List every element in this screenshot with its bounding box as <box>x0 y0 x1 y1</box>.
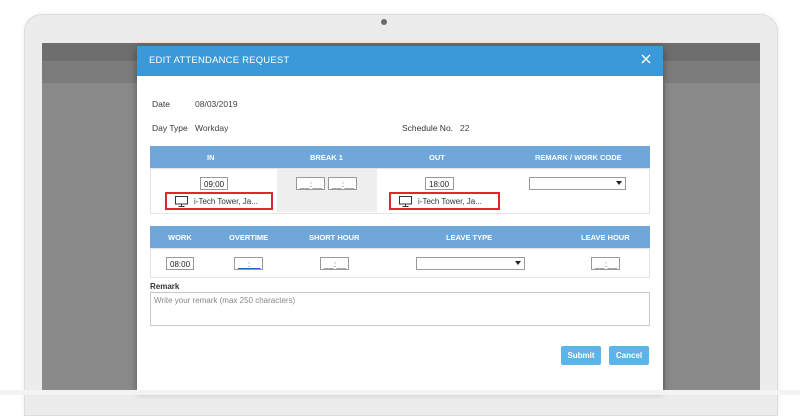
short-hour-input[interactable]: __:__ <box>320 257 349 270</box>
monitor-icon <box>175 196 188 207</box>
header-out: OUT <box>429 153 445 162</box>
out-location-text: i-Tech Tower, Ja... <box>418 197 482 206</box>
leave-type-select[interactable] <box>416 257 525 270</box>
header-overtime: OVERTIME <box>229 233 269 242</box>
break-end-input[interactable]: __:__ <box>328 177 357 190</box>
break-cell <box>277 169 377 212</box>
submit-button[interactable]: Submit <box>561 346 601 365</box>
day-type-value: Workday <box>195 123 229 133</box>
chevron-down-icon <box>616 181 622 185</box>
hours-table-header: WORK OVERTIME SHORT HOUR LEAVE TYPE LEAV… <box>150 226 650 248</box>
header-leave-type: LEAVE TYPE <box>446 233 493 242</box>
date-value: 08/03/2019 <box>195 99 238 109</box>
close-icon[interactable] <box>639 52 653 66</box>
header-leave-hour: LEAVE HOUR <box>581 233 630 242</box>
remark-work-code-select[interactable] <box>529 177 626 190</box>
in-time-input[interactable]: 09:00 <box>200 177 228 190</box>
header-break-1: BREAK 1 <box>310 153 343 162</box>
in-location-badge[interactable]: i-Tech Tower, Ja... <box>165 192 273 210</box>
leave-hour-input[interactable]: __:__ <box>591 257 620 270</box>
out-location-badge[interactable]: i-Tech Tower, Ja... <box>389 192 500 210</box>
remark-textarea[interactable]: Write your remark (max 250 characters) <box>150 292 650 326</box>
camera-dot <box>381 19 387 25</box>
laptop-base <box>0 390 800 395</box>
edit-attendance-modal: EDIT ATTENDANCE REQUEST Date 08/03/2019 … <box>137 46 663 390</box>
schedule-value: 22 <box>460 123 470 133</box>
background-panel-left <box>42 83 137 395</box>
background-panel-right <box>665 83 760 395</box>
modal-title: EDIT ATTENDANCE REQUEST <box>149 55 290 66</box>
modal-header: EDIT ATTENDANCE REQUEST <box>137 46 663 76</box>
in-location-text: i-Tech Tower, Ja... <box>194 197 258 206</box>
remark-placeholder: Write your remark (max 250 characters) <box>154 296 296 305</box>
chevron-down-icon <box>515 261 521 265</box>
remark-label: Remark <box>150 282 180 291</box>
date-label: Date <box>152 99 170 109</box>
out-time-input[interactable]: 18:00 <box>425 177 454 190</box>
header-short-hour: SHORT HOUR <box>309 233 360 242</box>
overtime-input[interactable]: __:__ <box>234 257 263 270</box>
header-in: IN <box>207 153 215 162</box>
work-hours-input[interactable]: 08:00 <box>166 257 194 270</box>
monitor-icon <box>399 196 412 207</box>
hours-table-row <box>150 248 650 278</box>
cancel-button[interactable]: Cancel <box>609 346 649 365</box>
header-remark-work-code: REMARK / WORK CODE <box>535 153 622 162</box>
header-work: WORK <box>168 233 192 242</box>
times-table-header: IN BREAK 1 OUT REMARK / WORK CODE <box>150 146 650 168</box>
schedule-label: Schedule No. <box>402 123 454 133</box>
break-start-input[interactable]: __:__ <box>296 177 325 190</box>
day-type-label: Day Type <box>152 123 188 133</box>
